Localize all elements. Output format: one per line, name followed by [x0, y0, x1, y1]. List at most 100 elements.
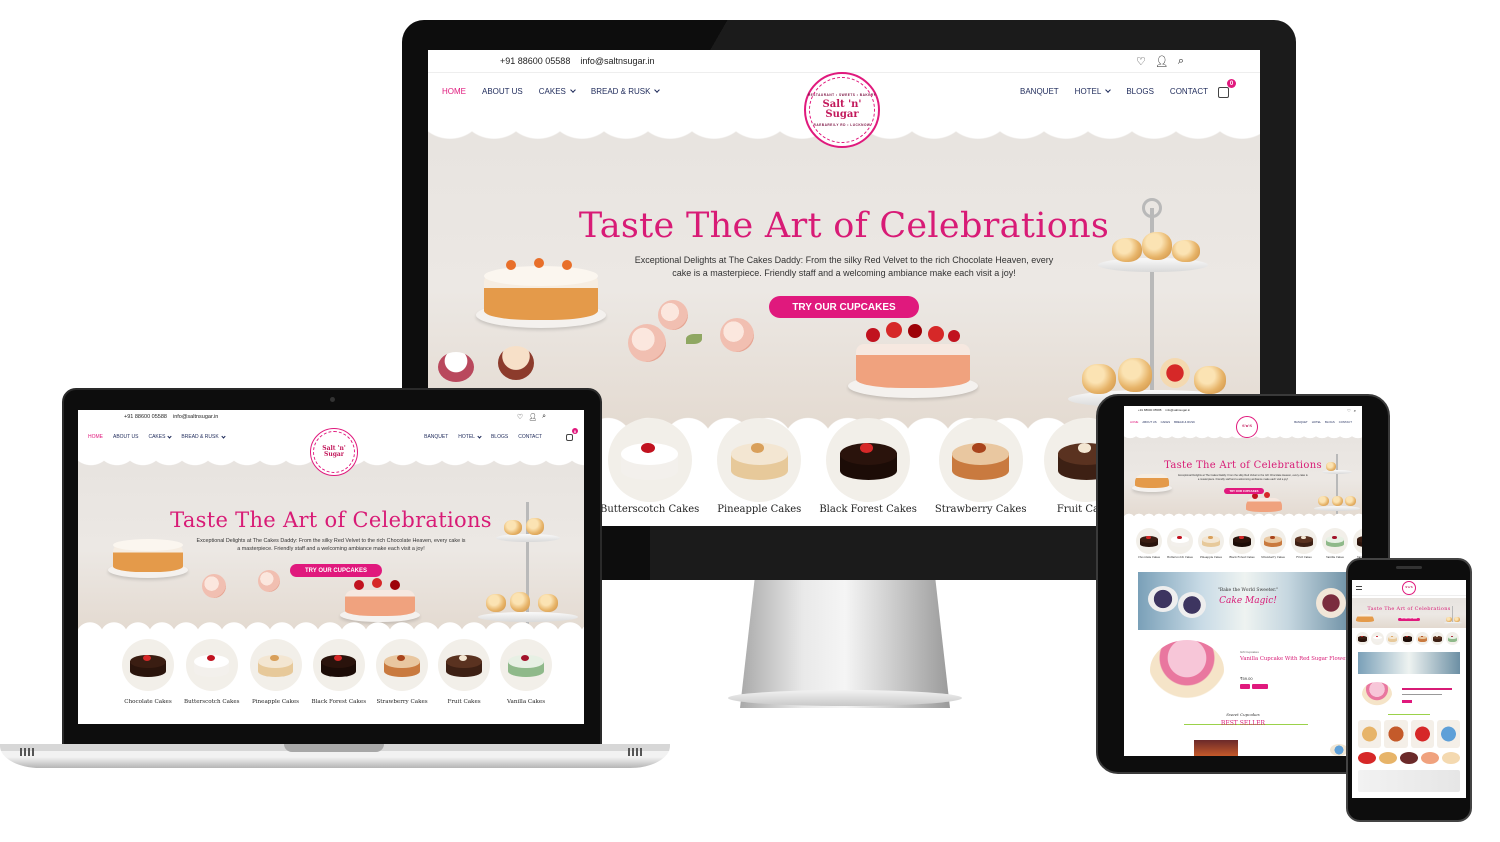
- site-logo[interactable]: S'n'S: [1402, 581, 1416, 595]
- nav-blogs[interactable]: BLOGS: [1126, 87, 1154, 96]
- nav-blogs[interactable]: BLOGS: [1325, 420, 1335, 424]
- nav-home[interactable]: HOME: [442, 87, 466, 96]
- category-image[interactable]: [1322, 528, 1348, 554]
- email-address[interactable]: info@saltnsugar.in: [173, 414, 218, 420]
- nav-home[interactable]: HOME: [1130, 420, 1138, 424]
- try-cupcakes-button[interactable]: TRY OUR CUPCAKES: [1398, 618, 1420, 621]
- user-icon[interactable]: 👤︎: [1155, 55, 1169, 68]
- nav-hotel[interactable]: HOTEL: [1312, 420, 1321, 424]
- promo-banner[interactable]: [1358, 652, 1460, 674]
- category-image[interactable]: [1431, 632, 1444, 645]
- category-item[interactable]: [1416, 632, 1429, 645]
- nav-contact[interactable]: CONTACT: [1339, 420, 1352, 424]
- nav-home[interactable]: HOME: [88, 434, 103, 440]
- site-logo[interactable]: Salt 'n' Sugar: [310, 428, 358, 476]
- nav-banquet[interactable]: BANQUET: [1294, 420, 1308, 424]
- category-label[interactable]: Black Forest Cakes: [1229, 556, 1254, 559]
- category-label[interactable]: Black Forest Cakes: [819, 504, 917, 515]
- category-item[interactable]: Chocolate Cakes: [1136, 528, 1162, 559]
- nav-bread-rusk[interactable]: BREAD & RUSK: [181, 433, 226, 440]
- search-icon[interactable]: ⌕: [542, 413, 546, 421]
- nav-bread-rusk[interactable]: BREAD & RUSK: [591, 87, 661, 96]
- nav-about-us[interactable]: ABOUT US: [1142, 420, 1156, 424]
- category-item[interactable]: Chocolate Cakes: [122, 639, 174, 705]
- category-image[interactable]: [249, 639, 302, 691]
- category-label[interactable]: Pineapple Cakes: [252, 699, 299, 705]
- nav-contact[interactable]: CONTACT: [518, 434, 542, 440]
- nav-cakes[interactable]: CAKES: [148, 433, 173, 440]
- search-icon[interactable]: ⌕: [1354, 408, 1356, 413]
- category-label[interactable]: Black Forest Cakes: [312, 699, 367, 705]
- heart-icon[interactable]: ♡: [1136, 55, 1146, 68]
- category-item[interactable]: Vanilla Cakes: [1322, 528, 1348, 559]
- category-item[interactable]: [1401, 632, 1414, 645]
- category-item[interactable]: Black Forest Cakes: [312, 639, 367, 705]
- promo-banner[interactable]: "Bake the World Sweeter." Cake Magic!: [1138, 572, 1352, 630]
- category-image[interactable]: [607, 418, 692, 502]
- category-label[interactable]: Pineapple Cakes: [717, 504, 801, 515]
- category-label[interactable]: Fruit Cakes: [447, 699, 480, 705]
- category-image[interactable]: [376, 639, 429, 691]
- category-image[interactable]: [826, 418, 911, 502]
- product-category[interactable]: Gift Cupcakes: [1240, 650, 1259, 654]
- category-item[interactable]: Black Forest Cakes: [819, 418, 917, 515]
- category-item[interactable]: Strawberry Cakes: [376, 639, 429, 705]
- category-image[interactable]: [1401, 632, 1414, 645]
- category-image[interactable]: [1136, 528, 1162, 554]
- nav-cakes[interactable]: CAKES: [1161, 420, 1170, 424]
- product-name[interactable]: Vanilla Cupcake With Red Sugar Flowers: [1240, 656, 1351, 662]
- category-image[interactable]: [1371, 632, 1384, 645]
- try-cupcakes-button[interactable]: TRY OUR CUPCAKES: [769, 296, 919, 318]
- phone-number[interactable]: +91 88600 05588: [1138, 408, 1161, 412]
- product-card[interactable]: [1358, 680, 1460, 710]
- try-cupcakes-button[interactable]: TRY OUR CUPCAKES: [1224, 488, 1264, 494]
- nav-contact[interactable]: CONTACT: [1170, 87, 1208, 96]
- cart-button[interactable]: 0: [1218, 79, 1236, 98]
- category-item[interactable]: Vanilla Cakes: [1353, 528, 1362, 559]
- category-label[interactable]: Fruit Cakes: [1296, 556, 1311, 559]
- nav-about-us[interactable]: ABOUT US: [113, 434, 138, 440]
- category-item[interactable]: Strawberry Cakes: [935, 418, 1027, 515]
- category-label[interactable]: Chocolate Cakes: [124, 699, 171, 705]
- category-item[interactable]: Butterscotch Cakes: [1167, 528, 1193, 559]
- category-label[interactable]: Strawberry Cakes: [1261, 556, 1285, 559]
- category-item[interactable]: Strawberry Cakes: [1260, 528, 1286, 559]
- category-image[interactable]: [1260, 528, 1286, 554]
- category-label[interactable]: Strawberry Cakes: [376, 699, 427, 705]
- category-item[interactable]: [1446, 632, 1459, 645]
- category-item[interactable]: [1386, 632, 1399, 645]
- nav-about-us[interactable]: ABOUT US: [482, 87, 523, 96]
- category-label[interactable]: Butterscotch Cakes: [184, 699, 240, 705]
- category-image[interactable]: [938, 418, 1023, 502]
- nav-blogs[interactable]: BLOGS: [491, 434, 508, 440]
- category-label[interactable]: Chocolate Cakes: [1138, 556, 1160, 559]
- category-label[interactable]: Vanilla Cakes: [1326, 556, 1344, 559]
- heart-icon[interactable]: ♡: [517, 413, 523, 421]
- nav-hotel[interactable]: HOTEL: [458, 433, 482, 440]
- category-item[interactable]: Butterscotch Cakes: [184, 639, 240, 705]
- site-logo[interactable]: S'n'S: [1236, 416, 1258, 438]
- category-image[interactable]: [1229, 528, 1255, 554]
- email-address[interactable]: info@saltnsugar.in: [580, 56, 654, 66]
- category-image[interactable]: [1356, 632, 1369, 645]
- category-image[interactable]: [500, 639, 553, 691]
- nav-banquet[interactable]: BANQUET: [1020, 87, 1059, 96]
- nav-cakes[interactable]: CAKES: [539, 87, 576, 96]
- menu-icon[interactable]: [1356, 586, 1362, 590]
- add-to-cart-button[interactable]: [1240, 684, 1250, 689]
- nav-banquet[interactable]: BANQUET: [424, 434, 448, 440]
- category-item[interactable]: [1431, 632, 1444, 645]
- category-label[interactable]: Pineapple Cakes: [1200, 556, 1222, 559]
- category-label[interactable]: Butterscotch Cakes: [600, 504, 699, 515]
- nav-bread-rusk[interactable]: BREAD & RUSK: [1174, 420, 1195, 424]
- category-image[interactable]: [185, 639, 238, 691]
- category-image[interactable]: [122, 639, 174, 691]
- category-image[interactable]: [1198, 528, 1224, 554]
- category-label[interactable]: Strawberry Cakes: [935, 504, 1027, 515]
- category-item[interactable]: Pineapple Cakes: [249, 639, 302, 705]
- buy-now-button[interactable]: [1252, 684, 1268, 689]
- cart-button[interactable]: 0: [566, 428, 578, 441]
- category-image[interactable]: [312, 639, 365, 691]
- category-item[interactable]: Fruit Cakes: [1291, 528, 1317, 559]
- try-cupcakes-button[interactable]: TRY OUR CUPCAKES: [290, 564, 382, 577]
